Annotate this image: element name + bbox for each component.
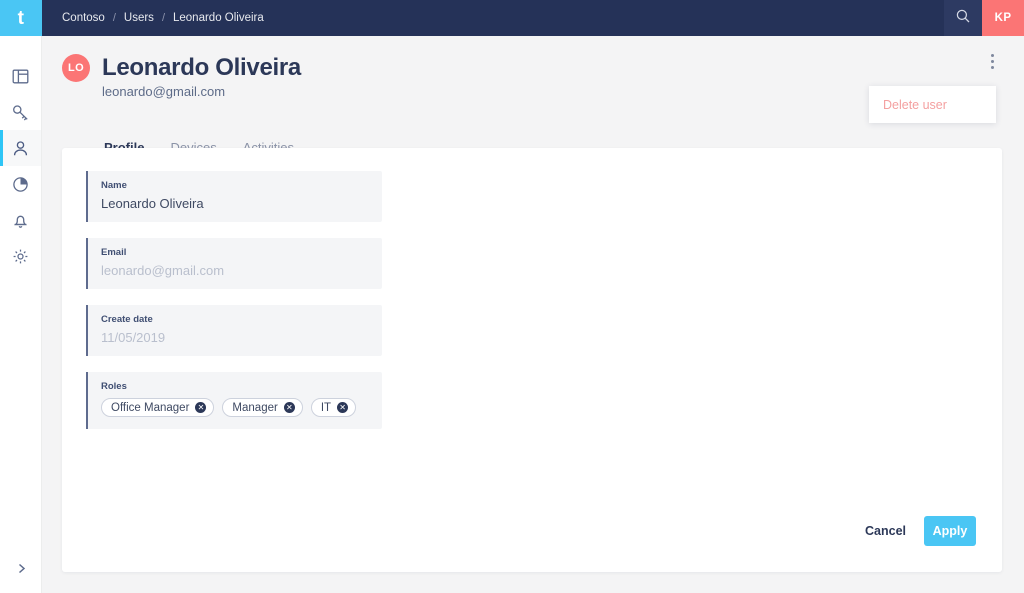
breadcrumb: Contoso / Users / Leonardo Oliveira: [62, 12, 264, 24]
breadcrumb-separator: /: [112, 12, 116, 24]
top-bar: Contoso / Users / Leonardo Oliveira KP: [42, 0, 1024, 36]
field-value-email: leonardo@gmail.com: [101, 263, 225, 279]
field-label-roles: Roles: [101, 380, 127, 392]
profile-form: Name Leonardo Oliveira Email leonardo@gm…: [86, 171, 382, 430]
breadcrumb-item-current: Leonardo Oliveira: [173, 12, 264, 24]
sidebar-nav: [0, 58, 41, 274]
field-create-date: Create date 11/05/2019: [86, 304, 382, 356]
field-roles[interactable]: Roles Office Manager ✕ Manager ✕ IT ✕: [86, 371, 382, 430]
field-label-name: Name: [101, 180, 127, 191]
close-icon[interactable]: ✕: [283, 402, 295, 414]
close-icon[interactable]: ✕: [195, 402, 207, 414]
breadcrumb-item-users[interactable]: Users: [124, 12, 154, 24]
key-icon: [11, 103, 30, 122]
chevron-right-icon: [14, 561, 29, 581]
app-logo[interactable]: t: [0, 0, 42, 36]
sidebar-item-notifications[interactable]: [0, 202, 41, 238]
avatar: LO: [62, 54, 90, 82]
field-value-name: Leonardo Oliveira: [101, 196, 204, 212]
user-header: LO Leonardo Oliveira leonardo@gmail.com: [62, 54, 301, 99]
sidebar-expand-button[interactable]: [0, 561, 42, 581]
cancel-button[interactable]: Cancel: [865, 524, 906, 538]
sidebar-item-reports[interactable]: [0, 166, 41, 202]
overflow-menu: Delete user: [869, 86, 996, 123]
page-content: LO Leonardo Oliveira leonardo@gmail.com …: [42, 36, 1024, 593]
close-icon[interactable]: ✕: [337, 402, 349, 414]
gear-icon: [11, 247, 30, 266]
sidebar-item-users[interactable]: [0, 130, 41, 166]
menu-item-delete-user[interactable]: Delete user: [869, 98, 947, 112]
kebab-dot: [990, 65, 994, 69]
kebab-dot: [990, 53, 994, 57]
page-title: Leonardo Oliveira: [102, 54, 301, 82]
search-icon: [955, 8, 971, 29]
field-email: Email leonardo@gmail.com: [86, 237, 382, 289]
breadcrumb-item-contoso[interactable]: Contoso: [62, 12, 105, 24]
sidebar-item-dashboard[interactable]: [0, 58, 41, 94]
user-email: leonardo@gmail.com: [102, 84, 226, 99]
form-actions: Cancel Apply: [865, 516, 976, 546]
person-icon: [11, 139, 30, 158]
role-chip[interactable]: Office Manager ✕: [101, 398, 215, 418]
bell-icon: [11, 211, 30, 230]
sidebar-item-keys[interactable]: [0, 94, 41, 130]
user-title-row: LO Leonardo Oliveira: [62, 54, 301, 82]
current-user-avatar[interactable]: KP: [982, 0, 1024, 36]
role-chip-label: IT: [320, 401, 332, 414]
breadcrumb-separator: /: [161, 12, 165, 24]
role-chip-list: Office Manager ✕ Manager ✕ IT ✕: [101, 398, 370, 418]
app-root: t Contoso / Users / Leonardo Oliveira KP…: [0, 0, 1024, 593]
left-sidebar: t: [0, 0, 42, 593]
sidebar-item-settings[interactable]: [0, 238, 41, 274]
search-button[interactable]: [944, 0, 982, 36]
pie-chart-icon: [11, 175, 30, 194]
kebab-dot: [990, 59, 994, 63]
role-chip-label: Manager: [232, 401, 278, 414]
layout-panel-icon: [11, 67, 30, 86]
role-chip-label: Office Manager: [111, 401, 190, 414]
top-bar-actions: KP: [944, 0, 1024, 36]
profile-card: Name Leonardo Oliveira Email leonardo@gm…: [62, 148, 1002, 572]
field-name[interactable]: Name Leonardo Oliveira: [86, 171, 382, 222]
field-label-create-date: Create date: [101, 313, 153, 325]
field-label-email: Email: [101, 246, 127, 258]
kebab-menu-icon[interactable]: [982, 48, 1002, 74]
role-chip[interactable]: Manager ✕: [222, 398, 303, 418]
field-value-create-date: 11/05/2019: [101, 330, 166, 346]
apply-button[interactable]: Apply: [924, 516, 976, 546]
role-chip[interactable]: IT ✕: [310, 398, 357, 418]
